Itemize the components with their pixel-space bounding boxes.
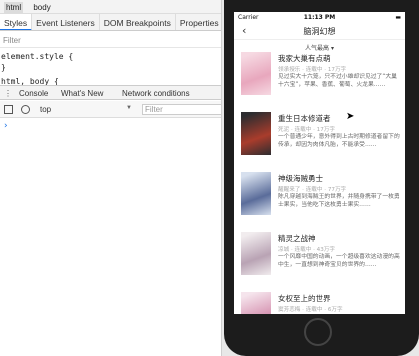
book-title: 我家大巢有点萌 bbox=[278, 54, 331, 63]
book-meta: 凉城 · 连载中 · 43万字 bbox=[278, 247, 335, 253]
home-button[interactable] bbox=[304, 318, 332, 346]
code-line[interactable]: element.style { bbox=[0, 52, 221, 63]
tab-network-conditions[interactable]: Network conditions bbox=[122, 89, 190, 98]
tab-whats-new[interactable]: What's New bbox=[61, 89, 103, 98]
book-list-item[interactable]: 女权至上的世界窦芳恋梅 · 连载中 · 6万字 bbox=[234, 292, 405, 314]
book-description: 一个风靡中国的动画，一个超级喜欢这动漫的高中生，一直想到神奇宝贝的世界的…… bbox=[278, 254, 400, 269]
devtools-panel: html body Styles Event Listeners DOM Bre… bbox=[0, 0, 222, 356]
tab-properties[interactable]: Properties bbox=[176, 14, 221, 30]
chevron-down-icon: ▼ bbox=[126, 105, 132, 111]
book-title: 重生日本修道者 bbox=[278, 114, 331, 123]
context-select-value: top bbox=[40, 105, 52, 114]
breadcrumb: html body bbox=[0, 0, 221, 14]
book-list-item[interactable]: 神级海贼勇士醒醒来了 · 连载中 · 77万字 陈凡穿越到海贼王的世界，并随身携带… bbox=[234, 172, 405, 228]
battery-icon: ▬ bbox=[395, 14, 401, 21]
book-list-item[interactable]: 我家大巢有点萌领承授乐 · 连载中 · 17万字 见过实大十六笼，只不过小雄却识见… bbox=[234, 52, 405, 108]
page-title: 脑洞幻想 bbox=[303, 27, 336, 36]
code-line[interactable]: } bbox=[0, 63, 221, 74]
more-menu-icon[interactable]: ⋮ bbox=[4, 89, 12, 98]
book-meta: 窦芳恋梅 · 连载中 · 6万字 bbox=[278, 307, 343, 313]
tab-event-listeners[interactable]: Event Listeners bbox=[32, 14, 100, 30]
book-meta: 死泥 · 连载中 · 17万字 bbox=[278, 127, 335, 133]
nav-bar: ‹ 脑洞幻想 bbox=[234, 23, 405, 40]
book-title: 女权至上的世界 bbox=[278, 294, 331, 303]
context-select[interactable]: top ▼ bbox=[40, 105, 132, 115]
styles-tab-bar: Styles Event Listeners DOM Breakpoints P… bbox=[0, 14, 221, 31]
book-list-item[interactable]: 精灵之战神凉城 · 连载中 · 43万字 一个风靡中国的动画，一个超级喜欢这动漫的… bbox=[234, 232, 405, 288]
breadcrumb-body[interactable]: body bbox=[33, 3, 50, 12]
phone-screen: Carrier 11:13 PM ▬ ‹ 脑洞幻想 人气最高 ▾ 我家大巢有点萌… bbox=[234, 12, 405, 314]
console-prompt[interactable]: › bbox=[0, 121, 221, 133]
mouse-cursor-icon: ➤ bbox=[346, 111, 355, 122]
sort-dropdown[interactable]: 人气最高 ▾ bbox=[234, 40, 405, 52]
book-cover bbox=[241, 172, 271, 215]
book-cover bbox=[241, 232, 271, 275]
book-cover bbox=[241, 112, 271, 155]
sidebar-toggle-icon[interactable] bbox=[4, 105, 13, 114]
book-meta: 领承授乐 · 连载中 · 17万字 bbox=[278, 67, 347, 73]
breadcrumb-html[interactable]: html bbox=[4, 2, 24, 13]
drawer-tab-bar: ⋮ Console What's New Network conditions bbox=[0, 85, 221, 100]
tab-console[interactable]: Console bbox=[19, 89, 48, 99]
tab-dom-breakpoints[interactable]: DOM Breakpoints bbox=[100, 14, 176, 30]
styles-filter-input[interactable]: Filter bbox=[0, 34, 221, 48]
status-bar: Carrier 11:13 PM ▬ bbox=[234, 12, 405, 23]
console-toolbar: top ▼ Filter bbox=[0, 101, 221, 118]
book-title: 神级海贼勇士 bbox=[278, 174, 323, 183]
book-cover bbox=[241, 292, 271, 314]
book-description: 一个普通少年，意外得到上古时期修道者留下的传承，却因为肉体凡胎，不能承受…… bbox=[278, 134, 400, 149]
console-filter-input[interactable]: Filter bbox=[142, 104, 221, 115]
book-cover bbox=[241, 52, 271, 95]
clear-console-icon[interactable] bbox=[21, 105, 30, 114]
book-meta: 醒醒来了 · 连载中 · 77万字 bbox=[278, 187, 347, 193]
book-description: 见过实大十六笼，只不过小雄却识见过了“大巢十六宝”，苹果、香蕉、葡萄、火龙果…… bbox=[278, 74, 397, 89]
book-description bbox=[278, 313, 400, 314]
tab-styles[interactable]: Styles bbox=[0, 14, 33, 30]
book-description: 陈凡穿越到海贼王的世界，并随身携带了一枚勇士果实，当他吃下这枚勇士果实…… bbox=[278, 194, 400, 209]
book-title: 精灵之战神 bbox=[278, 234, 316, 243]
clock: 11:13 PM bbox=[303, 14, 336, 21]
book-list-item[interactable]: 重生日本修道者 死泥 · 连载中 · 17万字 一个普通少年，意外得到上古时期修道者… bbox=[234, 112, 405, 168]
